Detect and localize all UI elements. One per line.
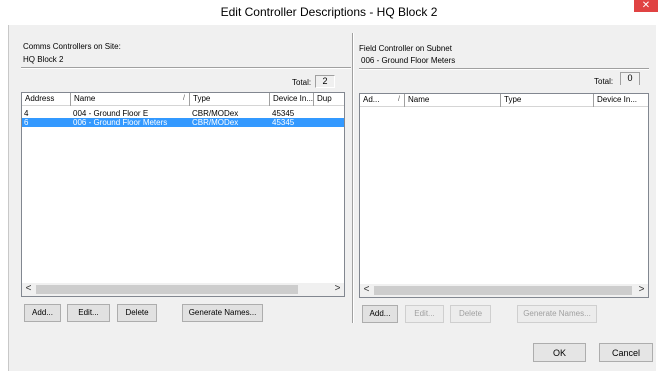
list-item[interactable]: 4 004 - Ground Floor E CBR/MODex 45345 xyxy=(22,109,344,118)
scroll-left-icon[interactable]: < xyxy=(360,284,373,297)
column-header-type[interactable]: Type xyxy=(501,94,594,107)
ok-button[interactable]: OK xyxy=(533,343,586,362)
column-header-name[interactable]: Name xyxy=(405,94,501,107)
column-header-type[interactable]: Type xyxy=(190,93,270,106)
comms-controllers-label: Comms Controllers on Site: xyxy=(23,42,121,51)
cell-name: 006 - Ground Floor Meters xyxy=(73,118,168,127)
generate-names-button[interactable]: Generate Names... xyxy=(182,304,263,322)
right-total-value: 0 xyxy=(620,72,640,85)
left-total-label: Total: xyxy=(292,78,312,87)
sort-indicator-icon: / xyxy=(398,96,400,103)
add-button[interactable]: Add... xyxy=(24,304,61,322)
column-header-address[interactable]: Address xyxy=(22,93,71,106)
list-item-selected[interactable]: 6 006 - Ground Floor Meters CBR/MODex 45… xyxy=(22,118,344,127)
right-total-label: Total: xyxy=(594,77,614,86)
column-label: Name xyxy=(74,94,96,103)
cell-type: CBR/MODex xyxy=(192,109,239,118)
comms-controllers-list[interactable]: Address Name / Type Device In... Dup 4 00… xyxy=(21,92,345,297)
title-bar: Edit Controller Descriptions - HQ Block … xyxy=(0,0,658,25)
site-name-field: HQ Block 2 xyxy=(23,55,64,64)
dialog-body: Comms Controllers on Site: HQ Block 2 To… xyxy=(8,25,656,371)
window-title: Edit Controller Descriptions - HQ Block … xyxy=(220,5,438,19)
scroll-right-icon[interactable]: > xyxy=(635,284,648,297)
list-header: Address Name / Type Device In... Dup xyxy=(22,93,344,106)
cell-address: 6 xyxy=(24,118,29,127)
panel-separator-highlight xyxy=(353,33,354,323)
column-header-device-index[interactable]: Device In... xyxy=(270,93,314,106)
generate-names-button[interactable]: Generate Names... xyxy=(517,305,597,323)
subnet-name-field: 006 - Ground Floor Meters xyxy=(361,56,456,65)
divider-highlight xyxy=(359,69,649,70)
column-header-device-index[interactable]: Device In... xyxy=(594,94,648,107)
close-icon[interactable]: ✕ xyxy=(634,0,658,12)
column-header-address[interactable]: Ad... / xyxy=(360,94,405,107)
sort-indicator-icon: / xyxy=(183,95,185,102)
edit-button[interactable]: Edit... xyxy=(405,305,444,323)
delete-button[interactable]: Delete xyxy=(117,304,157,322)
horizontal-scrollbar[interactable]: < > xyxy=(360,284,648,297)
left-total-value: 2 xyxy=(315,75,335,88)
horizontal-scrollbar[interactable]: < > xyxy=(22,283,344,296)
field-controller-label: Field Controller on Subnet xyxy=(359,44,452,53)
scroll-thumb[interactable] xyxy=(36,285,298,294)
divider-highlight xyxy=(21,68,351,69)
cell-type: CBR/MODex xyxy=(192,118,239,127)
scroll-thumb[interactable] xyxy=(374,286,632,295)
cell-device-index: 45345 xyxy=(272,118,295,127)
cell-device-index: 45345 xyxy=(272,109,295,118)
cell-address: 4 xyxy=(24,109,29,118)
scroll-right-icon[interactable]: > xyxy=(331,283,344,296)
field-controllers-list[interactable]: Ad... / Name Type Device In... < > xyxy=(359,93,649,298)
scroll-left-icon[interactable]: < xyxy=(22,283,35,296)
column-header-name[interactable]: Name / xyxy=(71,93,190,106)
add-button[interactable]: Add... xyxy=(362,305,398,323)
cancel-button[interactable]: Cancel xyxy=(599,343,653,362)
list-header: Ad... / Name Type Device In... xyxy=(360,94,648,107)
delete-button[interactable]: Delete xyxy=(450,305,491,323)
column-header-dup[interactable]: Dup xyxy=(314,93,344,106)
column-label: Ad... xyxy=(363,95,380,104)
edit-button[interactable]: Edit... xyxy=(67,304,110,322)
cell-name: 004 - Ground Floor E xyxy=(73,109,149,118)
